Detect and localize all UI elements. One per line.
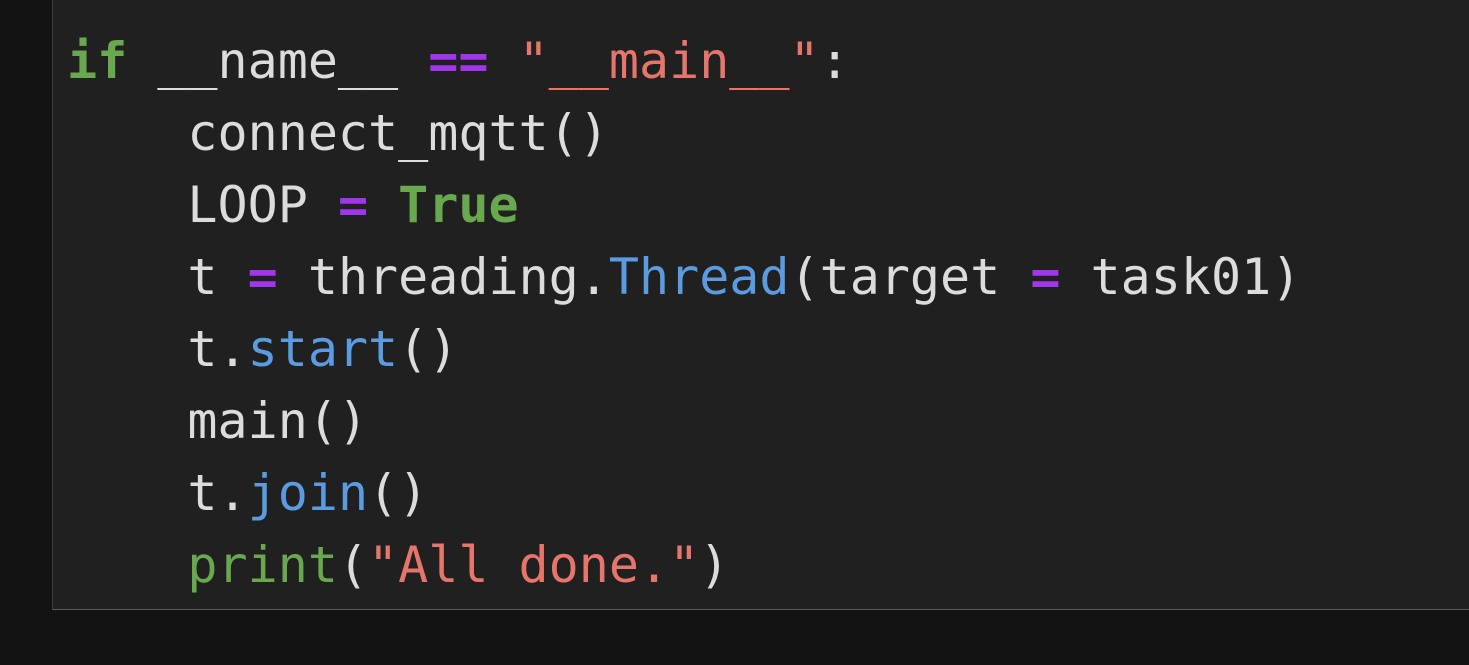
code-token-plain: (target — [789, 248, 1031, 306]
code-token-plain: connect_mqtt() — [187, 104, 609, 162]
code-token-string: "All done." — [368, 536, 700, 594]
code-line: connect_mqtt() — [67, 97, 1301, 169]
code-token-method: start — [247, 320, 399, 378]
code-token-plain: ( — [337, 536, 369, 594]
code-token-operator: = — [337, 176, 369, 234]
code-token-plain: () — [398, 320, 459, 378]
code-line: t = threading.Thread(target = task01) — [67, 241, 1301, 313]
code-token-plain: LOOP — [187, 176, 338, 234]
code-token-plain: t. — [187, 320, 248, 378]
code-token-operator: = — [247, 248, 278, 306]
code-token-plain: () — [368, 464, 429, 522]
code-line: main() — [67, 385, 1301, 457]
code-token-operator: = — [1030, 248, 1061, 306]
code-token-plain: t — [187, 248, 248, 306]
code-token-plain: ) — [699, 536, 730, 594]
code-token-method: Thread — [608, 248, 790, 306]
code-token-operator: == — [428, 32, 489, 90]
code-token-plain: threading. — [277, 248, 609, 306]
code-token-method: join — [247, 464, 369, 522]
code-token-plain: main() — [187, 392, 369, 450]
code-token-plain: task01) — [1060, 248, 1302, 306]
code-line: print("All done.") — [67, 529, 1301, 601]
code-token-keyword: True — [398, 176, 519, 234]
code-token-string: "__main__" — [518, 32, 820, 90]
code-block[interactable]: if __name__ == "__main__": connect_mqtt(… — [67, 25, 1301, 601]
code-token-keyword: print — [187, 536, 338, 594]
code-panel: if __name__ == "__main__": connect_mqtt(… — [52, 0, 1469, 610]
code-line: if __name__ == "__main__": — [67, 25, 1301, 97]
code-token-plain: t. — [187, 464, 248, 522]
code-line: t.start() — [67, 313, 1301, 385]
code-token-plain: : — [819, 32, 850, 90]
code-token-plain: __name__ — [127, 32, 429, 90]
code-line: t.join() — [67, 457, 1301, 529]
code-line: LOOP = True — [67, 169, 1301, 241]
code-token-keyword: if — [67, 32, 128, 90]
